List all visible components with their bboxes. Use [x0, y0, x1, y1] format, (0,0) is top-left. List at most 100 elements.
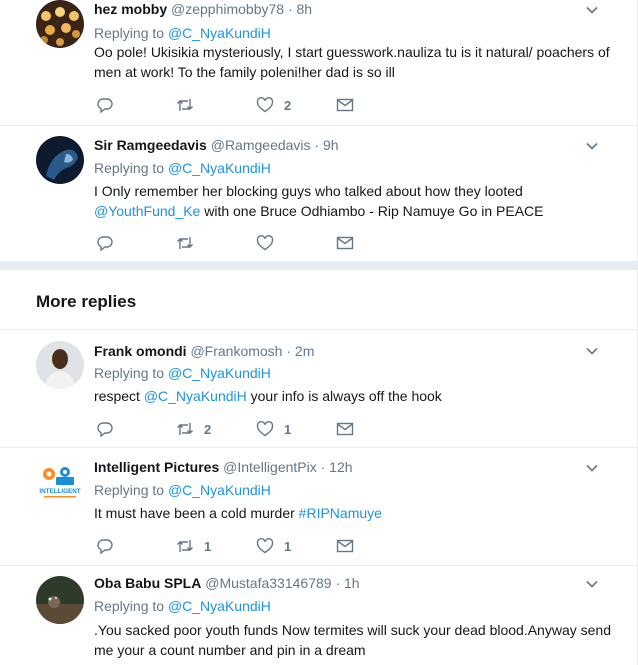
- tweet-text: Oo pole! Ukisikia mysteriously, I start …: [94, 44, 610, 80]
- reply-icon: [97, 539, 113, 555]
- chevron-down-icon[interactable]: [584, 2, 600, 18]
- chevron-down-icon[interactable]: [584, 576, 600, 592]
- envelope-icon: [336, 539, 354, 553]
- like-button[interactable]: 1: [256, 419, 291, 439]
- tweet-header: Sir Ramgeedavis @Ramgeedavis · 9h: [94, 136, 339, 154]
- like-count: 2: [284, 97, 292, 113]
- handle[interactable]: @Frankomosh: [190, 343, 282, 359]
- reply-button[interactable]: [96, 536, 114, 556]
- replying-handle-link[interactable]: @C_NyaKundiH: [168, 365, 271, 381]
- tweet-actions: 2: [94, 95, 414, 115]
- tweet-actions: 1 1: [94, 536, 414, 556]
- reply-button[interactable]: [96, 95, 114, 115]
- section-divider: [0, 262, 638, 270]
- chevron-down-icon[interactable]: [584, 460, 600, 476]
- retweet-button[interactable]: 2: [176, 419, 211, 439]
- tweet-frank-omondi[interactable]: Frank omondi @Frankomosh · 2m Replying t…: [0, 330, 638, 448]
- replying-handle-link[interactable]: @C_NyaKundiH: [168, 482, 271, 498]
- tweet-intelligent-pictures[interactable]: INTELLIGENT Intelligent Pictures @Intell…: [0, 448, 638, 566]
- display-name[interactable]: Intelligent Pictures: [94, 459, 219, 475]
- handle[interactable]: @IntelligentPix: [223, 459, 317, 475]
- direct-message-button[interactable]: [336, 233, 354, 253]
- tweet-hez-mobby[interactable]: hez mobby @zepphimobby78 · 8h Replying t…: [0, 0, 638, 126]
- display-name[interactable]: Frank omondi: [94, 343, 187, 359]
- retweet-button[interactable]: [176, 95, 204, 115]
- display-name[interactable]: Oba Babu SPLA: [94, 575, 201, 591]
- timestamp[interactable]: · 1h: [335, 575, 359, 591]
- retweet-icon: [177, 237, 193, 249]
- direct-message-button[interactable]: [336, 536, 354, 556]
- tweet-text-part: I Only remember her blocking guys who ta…: [94, 183, 523, 199]
- mention-link[interactable]: @YouthFund_Ke: [94, 203, 200, 219]
- replying-handle-link[interactable]: @C_NyaKundiH: [168, 598, 271, 614]
- hashtag-link[interactable]: #RIPNamuye: [299, 505, 382, 521]
- retweet-icon: [177, 540, 193, 552]
- replying-to: Replying to @C_NyaKundiH: [94, 481, 271, 499]
- retweet-button[interactable]: 1: [176, 536, 211, 556]
- envelope-icon: [336, 98, 354, 112]
- replying-handle-link[interactable]: @C_NyaKundiH: [168, 160, 271, 176]
- reply-icon: [97, 236, 113, 252]
- retweet-icon: [177, 99, 193, 111]
- timestamp[interactable]: · 2m: [286, 343, 314, 359]
- tweet-actions: 2 1: [94, 419, 414, 439]
- mention-link[interactable]: @C_NyaKundiH: [144, 388, 247, 404]
- like-button[interactable]: 1: [256, 536, 291, 556]
- direct-message-button[interactable]: [336, 95, 354, 115]
- heart-icon: [256, 235, 274, 251]
- avatar[interactable]: [36, 341, 84, 389]
- heart-icon: [256, 538, 274, 554]
- handle[interactable]: @Mustafa33146789: [205, 575, 331, 591]
- replying-label: Replying to: [94, 365, 165, 381]
- replying-to: Replying to @C_NyaKundiH: [94, 597, 271, 615]
- replying-to: Replying to @C_NyaKundiH: [94, 24, 271, 42]
- replying-handle-link[interactable]: @C_NyaKundiH: [168, 25, 271, 41]
- reply-button[interactable]: [96, 419, 114, 439]
- envelope-icon: [336, 422, 354, 436]
- replying-label: Replying to: [94, 598, 165, 614]
- replying-label: Replying to: [94, 160, 165, 176]
- like-count: 1: [284, 538, 292, 554]
- timestamp[interactable]: · 12h: [321, 459, 353, 475]
- handle[interactable]: @Ramgeedavis: [211, 137, 311, 153]
- handle[interactable]: @zepphimobby78: [171, 1, 284, 17]
- tweet-text-part: respect: [94, 388, 144, 404]
- heart-icon: [256, 97, 274, 113]
- replies-timeline: hez mobby @zepphimobby78 · 8h Replying t…: [0, 0, 638, 665]
- like-button[interactable]: 2: [256, 95, 291, 115]
- retweet-count: 1: [204, 538, 212, 554]
- tweet-header: Frank omondi @Frankomosh · 2m: [94, 342, 314, 360]
- avatar[interactable]: [36, 136, 84, 184]
- avatar[interactable]: [36, 576, 84, 624]
- envelope-icon: [336, 236, 354, 250]
- avatar-wordmark: INTELLIGENT: [39, 488, 80, 495]
- tweet-text: It must have been a cold murder #RIPNamu…: [94, 503, 614, 523]
- timestamp[interactable]: · 9h: [314, 137, 338, 153]
- direct-message-button[interactable]: [336, 419, 354, 439]
- chevron-down-icon[interactable]: [584, 138, 600, 154]
- retweet-icon: [177, 423, 193, 435]
- avatar[interactable]: [36, 0, 84, 48]
- tweet-text-part: with one Bruce Odhiambo - Rip Namuye Go …: [200, 203, 544, 219]
- replying-to: Replying to @C_NyaKundiH: [94, 364, 271, 382]
- tweet-oba-babu-spla[interactable]: Oba Babu SPLA @Mustafa33146789 · 1h Repl…: [0, 566, 638, 665]
- tweet-text: I Only remember her blocking guys who ta…: [94, 181, 614, 221]
- tweet-text-part: your info is always off the hook: [246, 388, 442, 404]
- timestamp[interactable]: · 8h: [288, 1, 312, 17]
- replying-label: Replying to: [94, 25, 165, 41]
- more-replies-heading: More replies: [36, 292, 137, 311]
- display-name[interactable]: hez mobby: [94, 1, 167, 17]
- heart-icon: [256, 421, 274, 437]
- tweet-sir-ramgeedavis[interactable]: Sir Ramgeedavis @Ramgeedavis · 9h Replyi…: [0, 126, 638, 262]
- reply-button[interactable]: [96, 233, 114, 253]
- like-button[interactable]: [256, 233, 274, 253]
- retweet-button[interactable]: [176, 233, 194, 253]
- display-name[interactable]: Sir Ramgeedavis: [94, 137, 207, 153]
- retweet-count: 2: [204, 421, 212, 437]
- chevron-down-icon[interactable]: [584, 343, 600, 359]
- replying-to: Replying to @C_NyaKundiH: [94, 159, 271, 177]
- avatar[interactable]: INTELLIGENT: [36, 458, 84, 506]
- reply-icon: [97, 98, 113, 114]
- tweet-header: hez mobby @zepphimobby78 · 8h: [94, 0, 312, 18]
- like-count: 1: [284, 421, 292, 437]
